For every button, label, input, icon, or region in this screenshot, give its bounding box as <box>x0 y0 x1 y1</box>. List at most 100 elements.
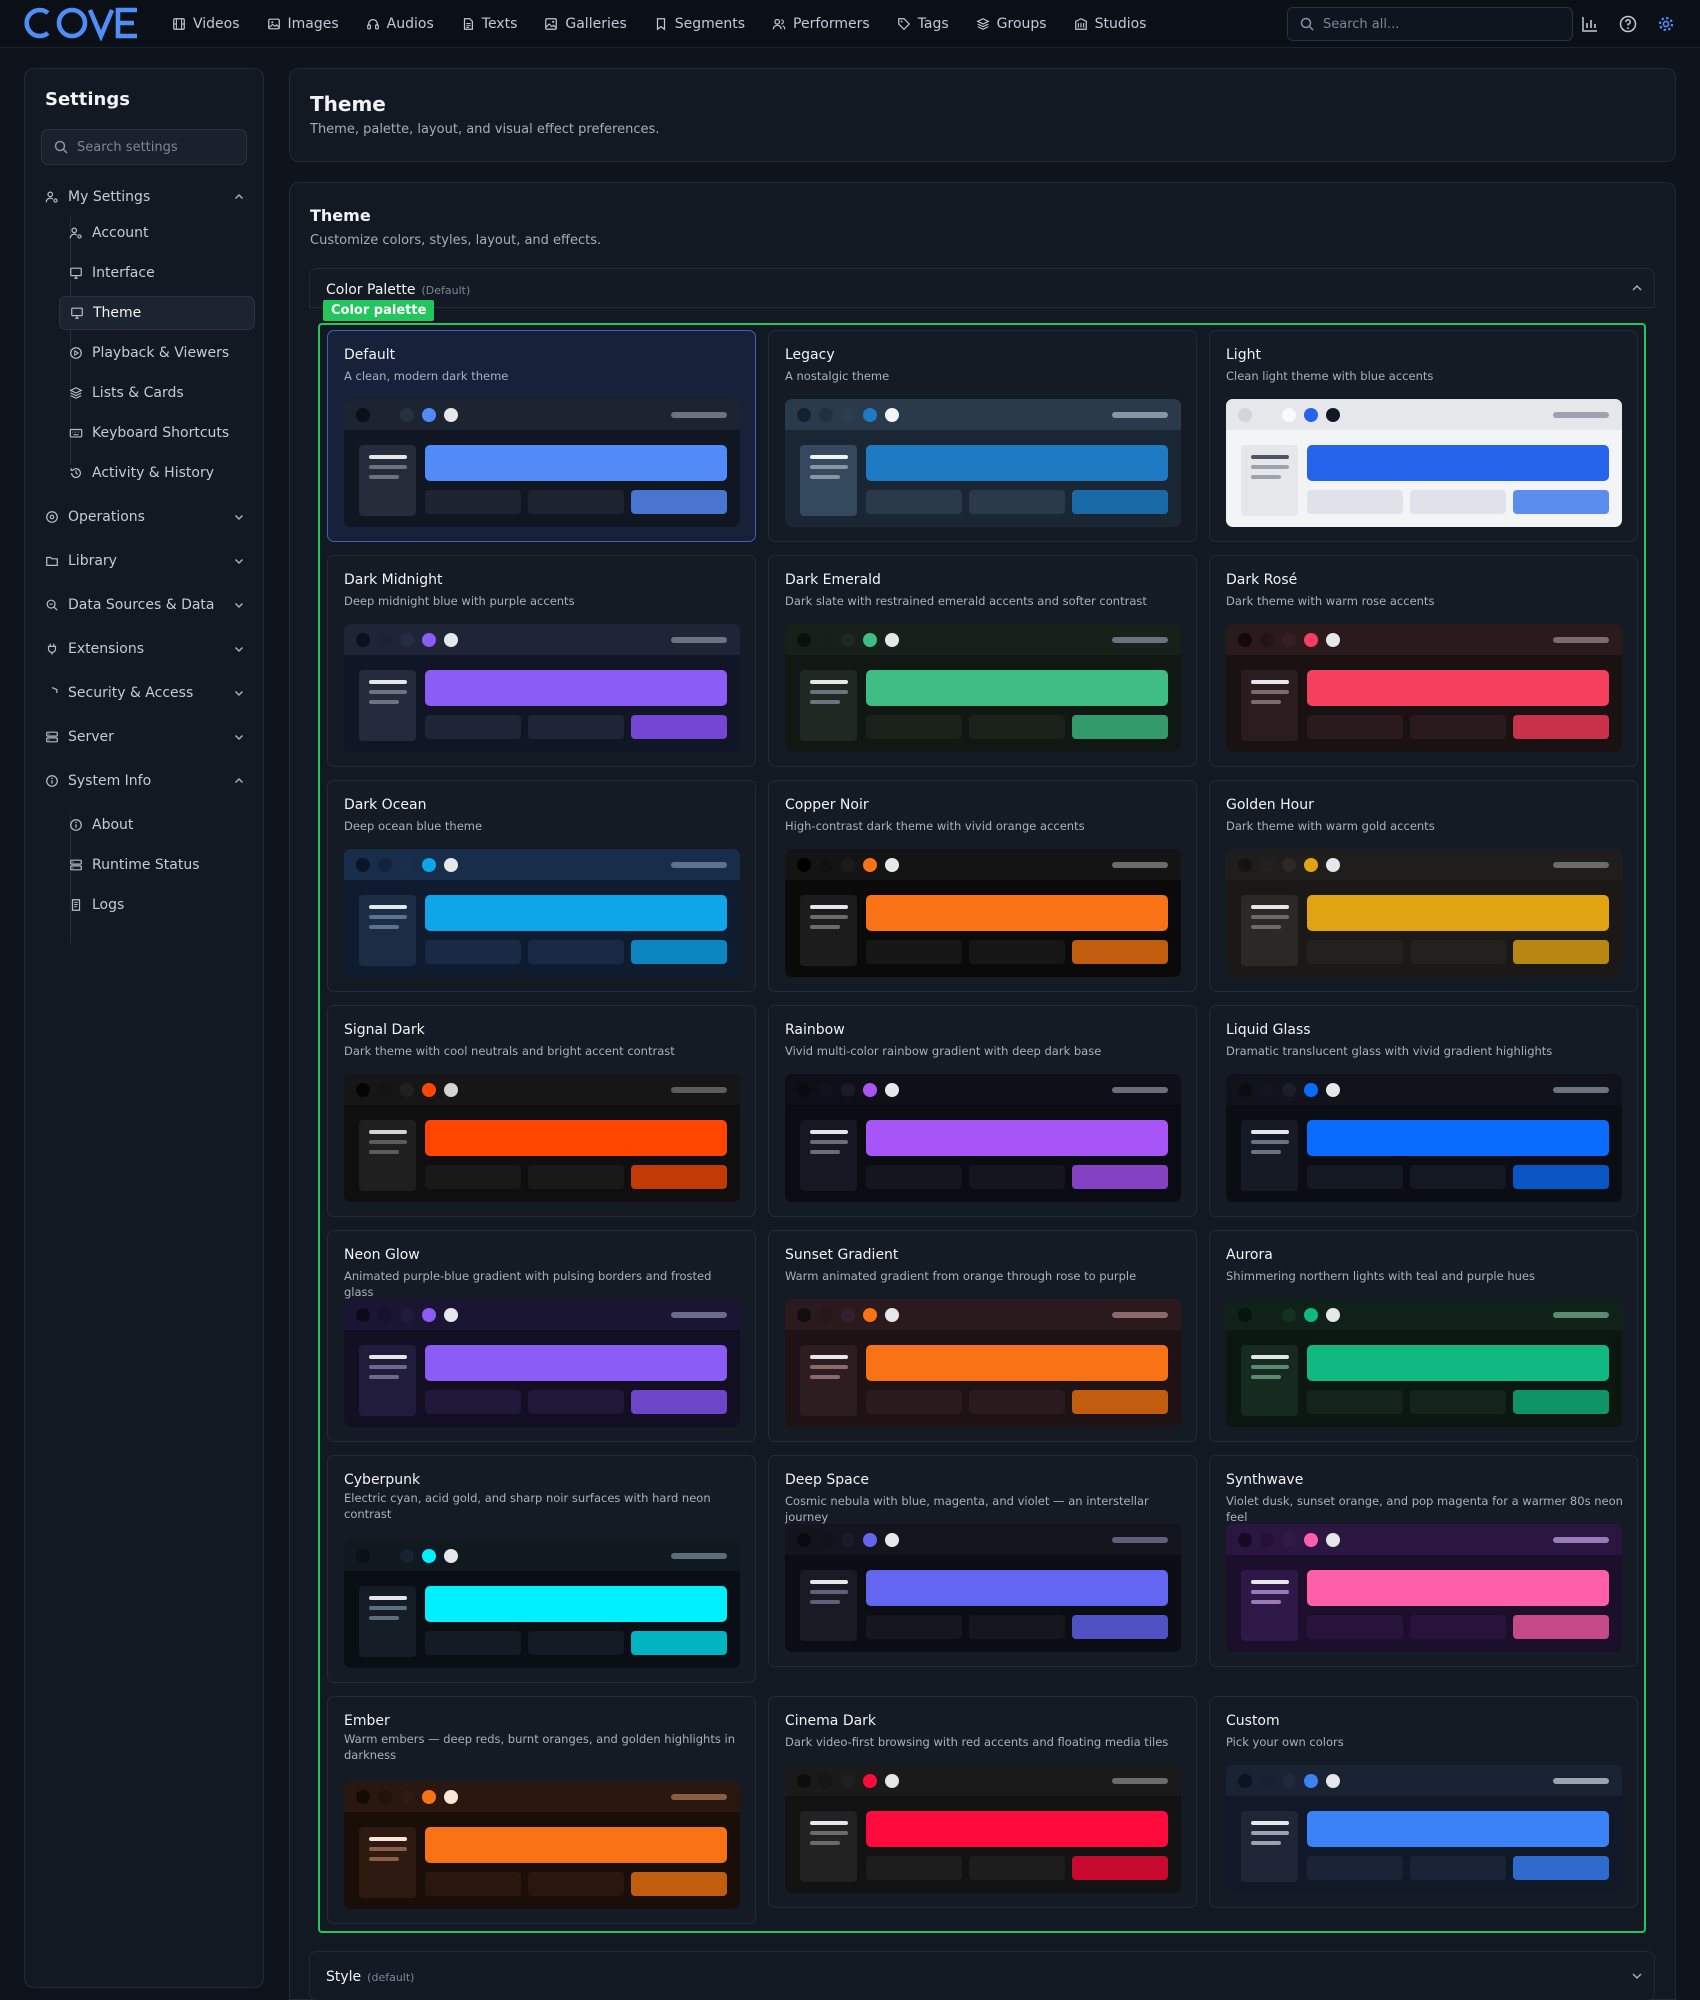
sidebar-group-my-settings[interactable]: My Settings <box>37 183 253 211</box>
sidebar-item-logs[interactable]: Logs <box>59 888 255 922</box>
style-accordion[interactable]: Style (default) <box>309 1951 1655 2000</box>
nav-item-groups[interactable]: Groups <box>976 16 1047 32</box>
sidebar-item-about[interactable]: About <box>59 808 255 842</box>
chevron-down-icon[interactable] <box>233 599 245 611</box>
sidebar-group-server[interactable]: Server <box>37 723 253 751</box>
chevron-down-icon[interactable] <box>1630 1969 1644 1983</box>
nav-item-galleries[interactable]: Galleries <box>544 16 627 32</box>
palette-swatch <box>1304 1308 1318 1322</box>
theme-card-custom[interactable]: Custom Pick your own colors <box>1209 1696 1638 1908</box>
sidebar-item-lists-and-cards[interactable]: Lists & Cards <box>59 376 255 410</box>
theme-card-cyberpunk[interactable]: Cyberpunk Electric cyan, acid gold, and s… <box>327 1455 756 1683</box>
stats-chart-icon[interactable] <box>1581 15 1599 33</box>
preview-topbar-line <box>1553 862 1609 868</box>
help-icon[interactable] <box>1619 15 1637 33</box>
cove-logo[interactable] <box>14 5 139 41</box>
theme-description: Violet dusk, sunset orange, and pop mage… <box>1226 1494 1623 1524</box>
theme-preview <box>785 624 1181 752</box>
theme-card-copper-noir[interactable]: Copper Noir High-contrast dark theme with… <box>768 780 1197 992</box>
palette-swatch <box>1238 633 1252 647</box>
chevron-down-icon[interactable] <box>233 555 245 567</box>
palette-swatch <box>819 1308 833 1322</box>
settings-search-input[interactable] <box>77 139 237 155</box>
sidebar-item-theme[interactable]: Theme <box>59 296 255 330</box>
preview-tile <box>528 715 624 739</box>
nav-item-studios[interactable]: Studios <box>1074 16 1146 32</box>
palette-swatch <box>1260 1533 1274 1547</box>
theme-card-liquid-glass[interactable]: Liquid Glass Dramatic translucent glass w… <box>1209 1005 1638 1217</box>
sidebar-group-library[interactable]: Library <box>37 547 253 575</box>
preview-line <box>1251 465 1289 469</box>
theme-preview <box>785 1299 1181 1427</box>
chevron-up-icon[interactable] <box>1630 281 1644 295</box>
theme-card-synthwave[interactable]: Synthwave Violet dusk, sunset orange, and… <box>1209 1455 1638 1667</box>
bookmark-icon <box>656 18 665 31</box>
theme-card-legacy[interactable]: Legacy A nostalgic theme <box>768 330 1197 542</box>
global-search-input[interactable] <box>1323 16 1553 32</box>
sidebar-item-runtime-status[interactable]: Runtime Status <box>59 848 255 882</box>
sidebar-group-operations[interactable]: Operations <box>37 503 253 531</box>
nav-item-videos[interactable]: Videos <box>172 16 240 32</box>
nav-item-label: Images <box>287 16 339 32</box>
theme-card-cinema-dark[interactable]: Cinema Dark Dark video-first browsing wit… <box>768 1696 1197 1908</box>
preview-topbar-line <box>1553 1778 1609 1784</box>
theme-card-ember[interactable]: Ember Warm embers — deep reds, burnt oran… <box>327 1696 756 1924</box>
theme-card-signal-dark[interactable]: Signal Dark Dark theme with cool neutrals… <box>327 1005 756 1217</box>
sidebar-title: Settings <box>45 89 130 110</box>
theme-card-rainbow[interactable]: Rainbow Vivid multi-color rainbow gradien… <box>768 1005 1197 1217</box>
theme-card-golden-hour[interactable]: Golden Hour Dark theme with warm gold acc… <box>1209 780 1638 992</box>
theme-card-dark-ros[interactable]: Dark Rosé Dark theme with warm rose accen… <box>1209 555 1638 767</box>
preview-line <box>810 1355 848 1359</box>
nav-item-images[interactable]: Images <box>267 16 339 32</box>
sidebar-item-playback-and-viewers[interactable]: Playback & Viewers <box>59 336 255 370</box>
theme-card-dark-ocean[interactable]: Dark Ocean Deep ocean blue theme <box>327 780 756 992</box>
theme-card-sunset-gradient[interactable]: Sunset Gradient Warm animated gradient fr… <box>768 1230 1197 1442</box>
theme-card-neon-glow[interactable]: Neon Glow Animated purple-blue gradient w… <box>327 1230 756 1442</box>
theme-preview <box>1226 1074 1622 1202</box>
sidebar-item-interface[interactable]: Interface <box>59 256 255 290</box>
sidebar-item-activity-and-history[interactable]: Activity & History <box>59 456 255 490</box>
settings-gear-icon[interactable] <box>1657 15 1675 33</box>
palette-swatch <box>819 858 833 872</box>
palette-swatch <box>1238 1774 1252 1788</box>
global-search[interactable] <box>1287 7 1573 41</box>
building-icon <box>1074 18 1087 30</box>
sidebar-item-account[interactable]: Account <box>59 216 255 250</box>
settings-search[interactable] <box>41 129 247 165</box>
chevron-down-icon[interactable] <box>233 511 245 523</box>
theme-card-deep-space[interactable]: Deep Space Cosmic nebula with blue, magen… <box>768 1455 1197 1667</box>
nav-item-audios[interactable]: Audios <box>366 16 434 32</box>
sidebar-group-data-sources-and-data[interactable]: Data Sources & Data <box>37 591 253 619</box>
nav-item-tags[interactable]: Tags <box>897 16 949 32</box>
image-icon <box>267 18 280 30</box>
nav-item-segments[interactable]: Segments <box>654 16 745 32</box>
theme-name: Cinema Dark <box>785 1713 877 1729</box>
theme-card-dark-emerald[interactable]: Dark Emerald Dark slate with restrained e… <box>768 555 1197 767</box>
theme-card-light[interactable]: Light Clean light theme with blue accents <box>1209 330 1638 542</box>
preview-tile <box>969 1615 1065 1639</box>
theme-card-dark-midnight[interactable]: Dark Midnight Deep midnight blue with pur… <box>327 555 756 767</box>
chevron-down-icon[interactable] <box>233 731 245 743</box>
chevron-down-icon[interactable] <box>233 643 245 655</box>
preview-line <box>369 475 399 479</box>
sidebar-item-keyboard-shortcuts[interactable]: Keyboard Shortcuts <box>59 416 255 450</box>
monitor-icon <box>71 307 83 319</box>
chevron-up-icon[interactable] <box>233 191 245 203</box>
sidebar-group-security-and-access[interactable]: Security & Access <box>37 679 253 707</box>
theme-name: Dark Ocean <box>344 797 427 813</box>
chevron-down-icon[interactable] <box>233 687 245 699</box>
palette-swatch <box>841 633 855 647</box>
nav-item-texts[interactable]: Texts <box>461 16 517 32</box>
preview-line <box>369 1375 399 1379</box>
preview-tile <box>866 490 962 514</box>
nav-item-performers[interactable]: Performers <box>772 16 870 32</box>
sidebar-group-system-info[interactable]: System Info <box>37 767 253 795</box>
color-palette-accordion[interactable]: Color Palette (Default) <box>309 268 1655 308</box>
palette-swatch <box>797 1308 811 1322</box>
theme-card-default[interactable]: Default A clean, modern dark theme <box>327 330 756 542</box>
style-title: Style <box>326 1969 362 1985</box>
sidebar-group-extensions[interactable]: Extensions <box>37 635 253 663</box>
theme-card-aurora[interactable]: Aurora Shimmering northern lights with te… <box>1209 1230 1638 1442</box>
preview-sidebar <box>1241 1811 1298 1882</box>
chevron-up-icon[interactable] <box>233 775 245 787</box>
